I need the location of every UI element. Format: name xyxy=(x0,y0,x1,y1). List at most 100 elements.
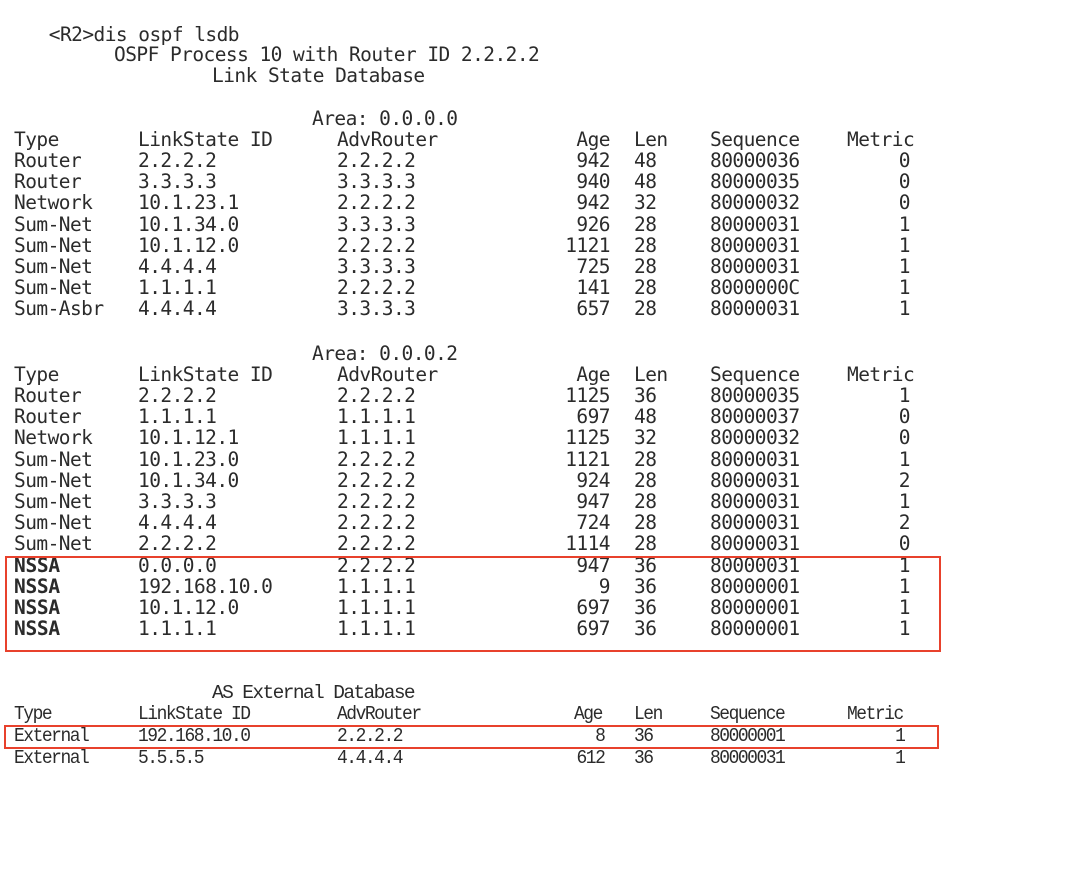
lsa-age: 940 xyxy=(576,170,610,194)
col-seq: Sequence xyxy=(710,128,800,151)
linkstate-id: 10.1.34.0 xyxy=(138,212,239,236)
lsa-row: Sum-Net 3.3.3.3 2.2.2.2 947 28 80000031 1 xyxy=(0,491,1080,512)
lsa-metric: 0 xyxy=(898,426,911,450)
lsa-row: Sum-Net 10.1.34.0 2.2.2.2 924 28 80000031 2 xyxy=(0,470,1080,491)
linkstate-id: 10.1.12.0 xyxy=(138,233,239,257)
lsa-metric: 1 xyxy=(898,212,911,236)
adv-router: 2.2.2.2 xyxy=(337,447,416,471)
col-metric: Metric xyxy=(847,703,904,725)
lsa-age: 1114 xyxy=(565,532,610,556)
lsa-row: Sum-Net 4.4.4.4 3.3.3.3 725 28 80000031 1 xyxy=(0,256,1080,277)
area-0-header-row: Type LinkState ID AdvRouter Age Len Sequ… xyxy=(0,129,1080,150)
lsa-type: Network xyxy=(14,426,93,450)
col-type: Type xyxy=(14,363,59,386)
lsa-metric: 1 xyxy=(898,297,911,321)
area-2-label: Area: 0.0.0.2 xyxy=(312,342,458,365)
adv-router: 1.1.1.1 xyxy=(337,426,416,450)
lsa-row: Network 10.1.12.1 1.1.1.1 1125 32 80000032 0 xyxy=(0,427,1080,448)
lsa-len: 36 xyxy=(634,574,657,598)
lsa-sequence: 80000037 xyxy=(710,405,800,429)
lsa-sequence: 80000001 xyxy=(710,617,800,641)
lsa-metric: 0 xyxy=(898,149,911,172)
lsa-len: 48 xyxy=(634,149,657,172)
linkstate-id: 10.1.12.1 xyxy=(138,426,239,450)
adv-router: 2.2.2.2 xyxy=(337,276,416,300)
col-age: Age xyxy=(574,703,603,725)
lsa-len: 28 xyxy=(634,532,657,556)
lsa-metric: 1 xyxy=(898,596,911,619)
lsa-sequence: 80000032 xyxy=(710,426,800,450)
lsa-len: 36 xyxy=(634,596,657,619)
lsa-row: NSSA 0.0.0.0 2.2.2.2 947 36 80000031 1 xyxy=(0,555,1080,576)
lsa-type: Sum-Net xyxy=(14,511,93,535)
lsa-len: 36 xyxy=(634,553,657,577)
lsa-age: 657 xyxy=(576,297,610,321)
lsa-row: Sum-Net 10.1.23.0 2.2.2.2 1121 28 80000031 1 xyxy=(0,449,1080,470)
col-lsid: LinkState ID xyxy=(138,703,251,725)
lsa-metric: 1 xyxy=(898,276,911,300)
lsa-sequence: 80000031 xyxy=(710,553,800,577)
external-db-title: AS External Database xyxy=(212,682,416,704)
col-type: Type xyxy=(14,128,59,151)
adv-router: 2.2.2.2 xyxy=(337,191,416,215)
lsa-age: 924 xyxy=(576,468,610,492)
lsa-type: NSSA xyxy=(14,617,60,641)
linkstate-id: 4.4.4.4 xyxy=(138,511,217,535)
lsa-age: 141 xyxy=(576,276,610,300)
adv-router: 3.3.3.3 xyxy=(337,212,416,236)
lsa-row: Router 2.2.2.2 2.2.2.2 942 48 80000036 0 xyxy=(0,150,1080,171)
lsa-age: 947 xyxy=(576,490,610,513)
lsa-row: External 192.168.10.0 2.2.2.2 8 36 80000001 1 xyxy=(0,726,1080,747)
lsa-metric: 1 xyxy=(898,255,911,278)
lsa-sequence: 80000036 xyxy=(710,149,800,172)
linkstate-id: 1.1.1.1 xyxy=(138,405,217,429)
lsa-age: 1121 xyxy=(565,233,610,257)
adv-router: 2.2.2.2 xyxy=(337,532,416,556)
external-header-row: Type LinkState ID AdvRouter Age Len Sequ… xyxy=(0,704,1080,725)
lsa-metric: 1 xyxy=(898,553,911,577)
lsa-sequence: 80000031 xyxy=(710,233,800,257)
lsa-row: NSSA 10.1.12.0 1.1.1.1 697 36 80000001 1 xyxy=(0,597,1080,618)
lsa-len: 36 xyxy=(634,384,657,407)
lsa-metric: 1 xyxy=(895,746,906,769)
lsa-metric: 0 xyxy=(898,532,911,556)
lsa-metric: 0 xyxy=(898,405,911,429)
linkstate-id: 10.1.12.0 xyxy=(138,596,239,619)
lsa-len: 36 xyxy=(634,725,654,747)
area-0-label: Area: 0.0.0.0 xyxy=(312,107,458,130)
lsa-age: 1125 xyxy=(565,384,610,407)
adv-router: 4.4.4.4 xyxy=(337,746,404,769)
lsa-age: 697 xyxy=(576,596,610,619)
lsa-len: 28 xyxy=(634,212,657,236)
lsa-metric: 1 xyxy=(898,574,911,598)
lsa-row: Sum-Net 1.1.1.1 2.2.2.2 141 28 8000000C 1 xyxy=(0,277,1080,298)
col-lsid: LinkState ID xyxy=(138,128,273,151)
adv-router: 2.2.2.2 xyxy=(337,384,416,407)
lsa-age: 612 xyxy=(576,746,606,769)
col-seq: Sequence xyxy=(710,363,800,386)
prompt: <R2> xyxy=(48,23,94,46)
process-title: OSPF Process 10 with Router ID 2.2.2.2 xyxy=(114,43,540,66)
command-line: <R2>dis ospf lsdb xyxy=(4,3,240,45)
lsa-age: 725 xyxy=(576,255,610,278)
lsa-age: 8 xyxy=(595,725,606,747)
linkstate-id: 5.5.5.5 xyxy=(138,746,205,769)
lsa-age: 926 xyxy=(576,212,610,236)
lsa-len: 48 xyxy=(634,405,657,429)
area-2-header-row: Type LinkState ID AdvRouter Age Len Sequ… xyxy=(0,364,1080,385)
lsa-type: Sum-Net xyxy=(14,447,93,471)
adv-router: 3.3.3.3 xyxy=(337,297,416,321)
linkstate-id: 1.1.1.1 xyxy=(138,276,217,300)
lsa-sequence: 80000001 xyxy=(710,725,786,747)
lsa-len: 28 xyxy=(634,255,657,278)
lsa-age: 9 xyxy=(598,574,611,598)
lsa-type: Sum-Net xyxy=(14,468,93,492)
linkstate-id: 10.1.23.1 xyxy=(138,191,239,215)
lsa-sequence: 80000035 xyxy=(710,384,800,407)
lsa-sequence: 80000031 xyxy=(710,746,786,769)
lsa-metric: 1 xyxy=(898,617,911,641)
lsa-type: Router xyxy=(14,149,82,172)
lsa-type: Router xyxy=(14,405,82,429)
lsa-age: 697 xyxy=(576,405,610,429)
lsa-len: 32 xyxy=(634,191,657,215)
